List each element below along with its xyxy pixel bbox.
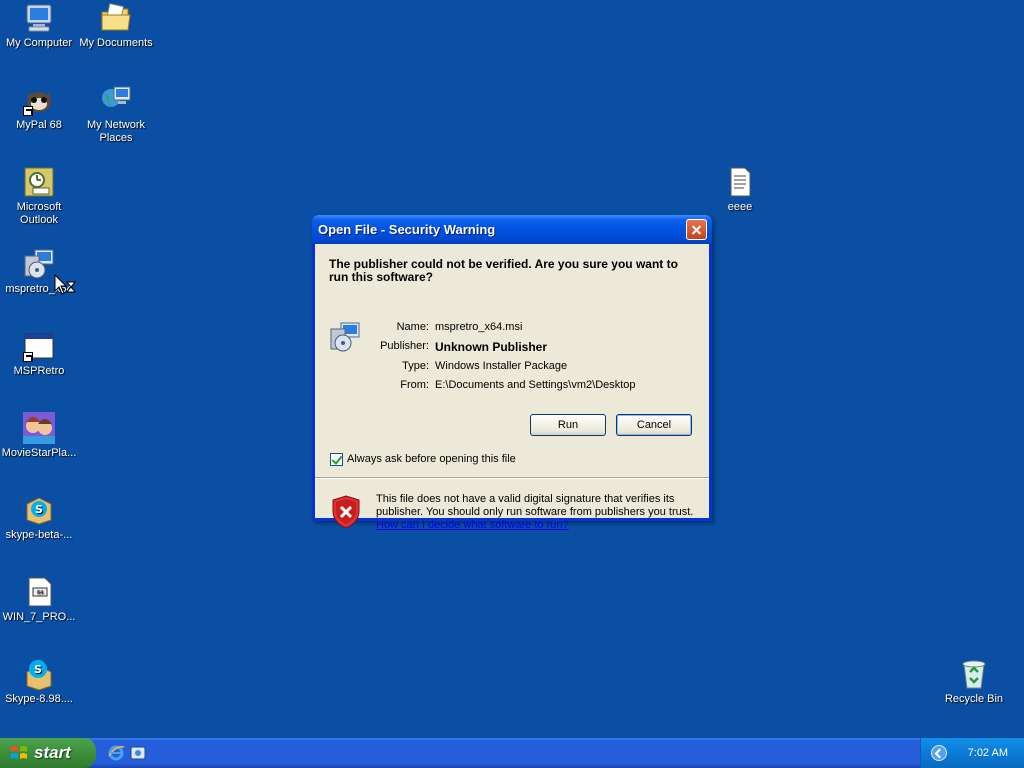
dialog-titlebar[interactable]: Open File - Security Warning xyxy=(312,215,712,244)
help-link[interactable]: How can I decide what software to run? xyxy=(376,519,569,531)
desktop-icon-label: WIN_7_PRO... xyxy=(2,611,76,623)
msi-installer-icon xyxy=(23,248,55,280)
desktop-icon-label: Skype-8.98.... xyxy=(5,693,73,705)
always-ask-label[interactable]: Always ask before opening this file xyxy=(347,453,516,465)
desktop-icon-label: My Network Places xyxy=(86,119,146,144)
name-value: mspretro_x64.msi xyxy=(435,321,523,333)
desktop-icon-recycle-bin[interactable]: Recycle Bin xyxy=(935,658,1013,706)
desktop-icon-mypal[interactable]: MyPal 68 xyxy=(0,84,78,132)
windows-logo-icon xyxy=(11,746,27,759)
desktop-icon-outlook[interactable]: Microsoft Outlook xyxy=(0,166,78,227)
desktop-icon-label: skype-beta-... xyxy=(5,529,73,541)
security-shield-icon xyxy=(332,495,360,529)
warning-message: This file does not have a valid digital … xyxy=(376,493,694,532)
recycle-bin-icon xyxy=(958,658,990,690)
desktop-icon-label: MSPRetro xyxy=(13,365,65,377)
dialog-body: The publisher could not be verified. Are… xyxy=(315,244,709,531)
from-label: From: xyxy=(400,379,429,391)
desktop-icon-label: MyPal 68 xyxy=(16,119,62,131)
my-documents-icon xyxy=(100,2,132,34)
outlook-label: Microsoft Outlook xyxy=(16,201,62,226)
application-icon xyxy=(23,330,55,362)
dialog-divider xyxy=(315,477,709,479)
security-warning-dialog: Open File - Security Warning The publish… xyxy=(312,215,712,531)
moviestarplanet-icon xyxy=(23,412,55,444)
cancel-button[interactable]: Cancel xyxy=(616,414,692,436)
publisher-label: Publisher: xyxy=(380,340,429,352)
desktop-icon-network-places[interactable]: My Network Places xyxy=(77,84,155,145)
dialog-title: Open File - Security Warning xyxy=(318,222,496,237)
close-button[interactable] xyxy=(686,219,707,240)
desktop-icon-skype-beta[interactable]: S skype-beta-... xyxy=(0,494,78,542)
skype-installer-icon: S xyxy=(23,494,55,526)
system-tray: 7:02 AM xyxy=(920,738,1024,768)
clock[interactable]: 7:02 AM xyxy=(968,738,1008,768)
warning-text: This file does not have a valid digital … xyxy=(376,493,694,518)
text-file-icon xyxy=(724,166,756,198)
busy-cursor-icon xyxy=(54,274,76,295)
svg-text:S: S xyxy=(35,503,43,516)
svg-text:64: 64 xyxy=(37,590,43,596)
desktop-icon-win7-iso[interactable]: 64 WIN_7_PRO... xyxy=(0,576,78,624)
show-hidden-icons-button[interactable] xyxy=(931,745,947,761)
start-label: start xyxy=(34,743,71,762)
desktop-icon-label: MovieStarPla... xyxy=(1,447,77,459)
mypal-icon xyxy=(23,84,55,116)
type-value: Windows Installer Package xyxy=(435,360,568,372)
always-ask-checkbox[interactable] xyxy=(330,453,343,466)
desktop-icon-label: eeee xyxy=(727,201,753,213)
publisher-value: Unknown Publisher xyxy=(435,340,548,354)
desktop-icon-skype-898[interactable]: S Skype-8.98.... xyxy=(0,658,78,706)
shortcut-arrow-icon xyxy=(23,106,33,116)
network-places-icon xyxy=(100,84,132,116)
outlook-icon xyxy=(23,166,55,198)
show-desktop-icon[interactable] xyxy=(129,744,147,762)
desktop-icon-my-computer[interactable]: My Computer xyxy=(0,2,78,50)
shortcut-arrow-icon xyxy=(23,352,33,362)
desktop-icon-my-documents[interactable]: My Documents xyxy=(77,2,155,50)
type-label: Type: xyxy=(402,360,429,372)
desktop-icon-label: Microsoft Outlook xyxy=(0,201,78,227)
internet-explorer-icon[interactable] xyxy=(107,744,125,762)
desktop-icon-label: My Computer xyxy=(5,37,73,49)
taskbar: start 7:02 AM xyxy=(0,738,1024,768)
run-button[interactable]: Run xyxy=(530,414,606,436)
desktop-icon-label: Recycle Bin xyxy=(944,693,1004,705)
desktop-icon-mspretro[interactable]: MSPRetro xyxy=(0,330,78,378)
from-value: E:\Documents and Settings\vm2\Desktop xyxy=(435,379,636,391)
skype-installer-icon: S xyxy=(23,658,55,691)
my-computer-icon xyxy=(23,2,55,34)
name-label: Name: xyxy=(396,321,429,333)
desktop-icon-label: My Documents xyxy=(79,37,153,49)
desktop-icon-eeee[interactable]: eeee xyxy=(701,166,779,214)
svg-text:S: S xyxy=(34,663,42,676)
security-question: The publisher could not be verified. Are… xyxy=(329,257,678,284)
iso-file-icon: 64 xyxy=(23,576,55,608)
desktop-icon-moviestarplanet[interactable]: MovieStarPla... xyxy=(0,412,78,460)
start-button[interactable]: start xyxy=(0,738,96,768)
